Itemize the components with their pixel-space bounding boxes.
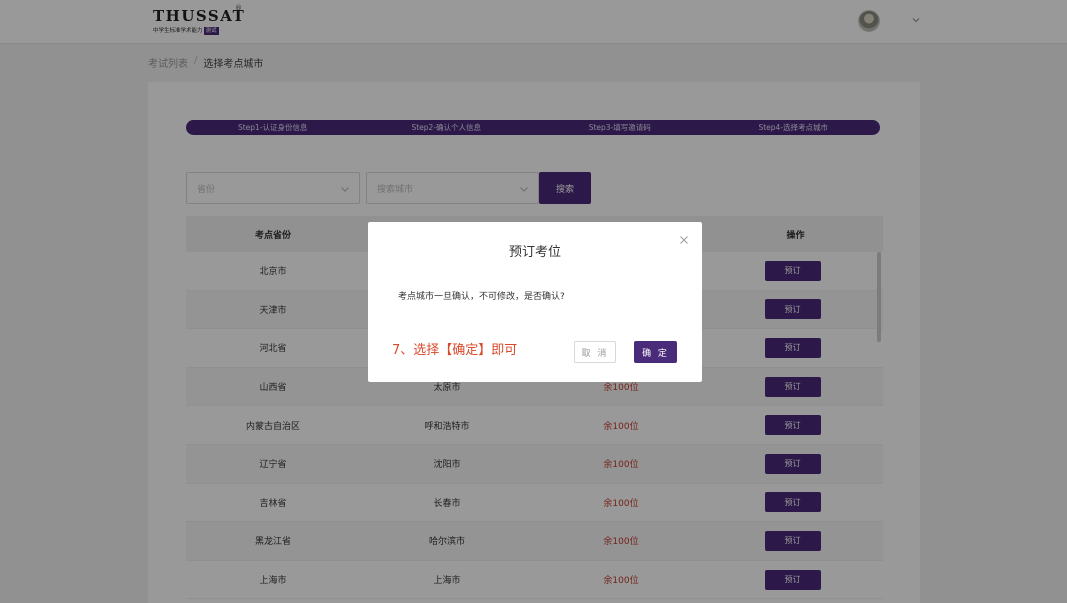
- modal-message: 考点城市一旦确认，不可修改，是否确认?: [398, 292, 565, 302]
- confirm-button[interactable]: 确 定: [634, 341, 677, 363]
- close-icon[interactable]: [679, 235, 689, 245]
- instruction-annotation: 7、选择【确定】即可: [392, 343, 518, 358]
- modal-title: 预订考位: [508, 245, 561, 260]
- confirm-modal: 预订考位 考点城市一旦确认，不可修改，是否确认? 7、选择【确定】即可 取 消 …: [368, 222, 702, 382]
- cancel-button[interactable]: 取 消: [574, 341, 616, 363]
